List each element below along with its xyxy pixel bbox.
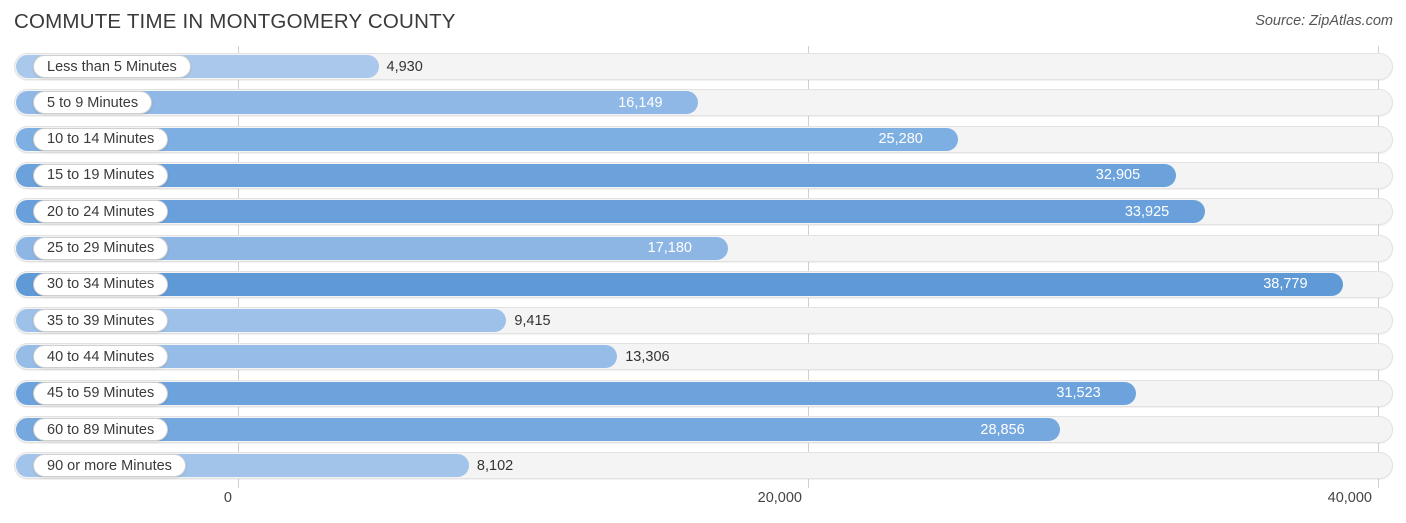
bar-value-label: 28,856 [980,421,1025,438]
bar-value-label: 16,149 [618,94,663,111]
bar-row[interactable]: 45 to 59 Minutes 31,523 [14,379,1393,407]
bar-row[interactable]: 30 to 34 Minutes 38,779 [14,270,1393,298]
bar-category-label: 15 to 19 Minutes [33,163,169,187]
bar-fill [16,200,1205,224]
bar-row[interactable]: 20 to 24 Minutes 33,925 [14,198,1393,226]
bar-row[interactable]: 15 to 19 Minutes 32,905 [14,161,1393,189]
bar-category-label: 45 to 59 Minutes [33,381,169,405]
bar-value-label: 17,180 [647,240,692,256]
chart-header: COMMUTE TIME IN MONTGOMERY COUNTY Source… [0,0,1406,46]
bar-category-label: 5 to 9 Minutes [33,91,153,115]
bar-fill [16,163,1176,187]
bar-category-label: 25 to 29 Minutes [33,236,169,260]
bar-category-label: 60 to 89 Minutes [33,418,169,441]
bar-row[interactable]: 35 to 39 Minutes 9,415 [14,307,1393,335]
bar-fill [16,272,1344,296]
bar-category-label: 10 to 14 Minutes [33,127,169,151]
axis-tick-label: 40,000 [1327,490,1372,506]
bar-value-label: 31,523 [1056,385,1101,402]
axis-tick-label: 20,000 [757,490,802,506]
page-title: COMMUTE TIME IN MONTGOMERY COUNTY [14,10,456,33]
axis-tick-label: 0 [223,490,232,506]
bar-category-label: Less than 5 Minutes [33,55,191,78]
bar-category-label: 90 or more Minutes [33,454,186,478]
bar-category-label: 20 to 24 Minutes [33,200,169,224]
bar-value-label: 13,306 [625,348,670,365]
bar-category-label: 30 to 34 Minutes [33,272,169,296]
bar-row[interactable]: 25 to 29 Minutes 17,180 [14,234,1393,262]
chart-plot-area: Less than 5 Minutes 4,930 5 to 9 Minutes 16… [0,46,1406,488]
x-axis: 0 20,000 40,000 [0,488,1406,523]
bar-value-label: 38,779 [1263,276,1308,293]
bar-value-label: 4,930 [386,58,423,75]
bar-value-label: 25,280 [878,131,923,148]
bar-value-label: 8,102 [476,457,514,474]
bar-value-label: 33,925 [1124,203,1170,220]
source-attribution: Source: ZipAtlas.com [1255,13,1393,29]
bar-fill [16,418,1061,441]
bar-row[interactable]: 90 or more Minutes 8,102 [14,452,1393,480]
bar-fill [16,381,1137,405]
bar-row[interactable]: 40 to 44 Minutes 13,306 [14,343,1393,371]
bar-row[interactable]: 10 to 14 Minutes 25,280 [14,125,1393,153]
bar-category-label: 40 to 44 Minutes [33,345,169,369]
bar-row[interactable]: 60 to 89 Minutes 28,856 [14,416,1393,443]
bar-category-label: 35 to 39 Minutes [33,309,169,333]
bar-value-label: 32,905 [1095,167,1141,184]
bar-row[interactable]: 5 to 9 Minutes 16,149 [14,89,1393,117]
bar-value-label: 9,415 [514,312,551,329]
bar-row[interactable]: Less than 5 Minutes 4,930 [14,53,1393,80]
